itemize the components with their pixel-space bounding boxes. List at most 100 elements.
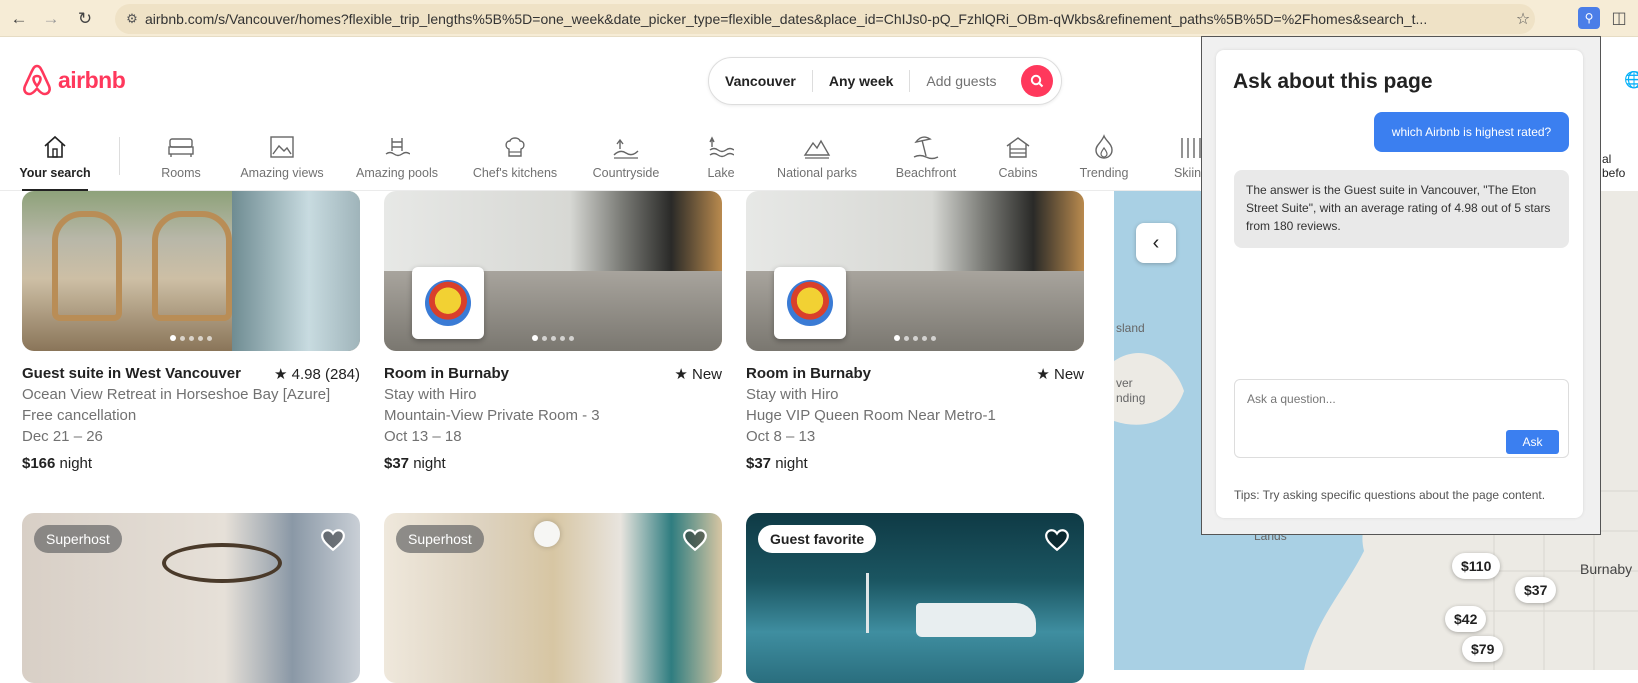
price-amount: $37 — [384, 455, 410, 472]
ask-button[interactable]: Ask — [1506, 430, 1559, 454]
category-label: Amazing views — [240, 166, 324, 180]
price-pin[interactable]: $110 — [1452, 553, 1501, 579]
search-location[interactable]: Vancouver — [709, 70, 813, 92]
chair-shape — [52, 211, 122, 321]
host-avatar[interactable] — [774, 267, 846, 339]
category-amazing-views[interactable]: Amazing views — [239, 121, 325, 191]
price-amount: $37 — [746, 455, 772, 472]
listing-description: Ocean View Retreat in Horseshoe Bay [Azu… — [22, 386, 331, 403]
reload-icon[interactable]: ↻ — [72, 6, 98, 32]
map-label: sland — [1116, 321, 1145, 335]
category-trending[interactable]: Trending — [1078, 121, 1130, 191]
superhost-badge: Superhost — [34, 525, 122, 553]
category-rooms[interactable]: Rooms — [160, 121, 202, 191]
search-dates[interactable]: Any week — [813, 70, 911, 92]
category-beachfront[interactable]: Beachfront — [893, 121, 959, 191]
listing-price: $37 night — [746, 455, 808, 472]
search-button[interactable] — [1021, 65, 1053, 97]
listing-rating: ★ New — [1036, 366, 1084, 383]
address-bar[interactable]: ⚙ airbnb.com/s/Vancouver/homes?flexible_… — [115, 4, 1535, 34]
category-label: Chef's kitchens — [472, 166, 558, 180]
listing-cancellation: Free cancellation — [22, 407, 137, 424]
listing-title[interactable]: Room in Burnaby — [746, 365, 871, 382]
countryside-icon — [613, 138, 639, 159]
bed-icon — [168, 138, 194, 157]
listing-photo[interactable]: Superhost — [22, 513, 360, 683]
map-label: Burnaby — [1580, 561, 1633, 577]
extensions-puzzle-icon[interactable]: ◫ — [1608, 7, 1630, 29]
heart-icon[interactable] — [682, 527, 708, 553]
chevron-left-icon: ‹ — [1152, 231, 1160, 254]
listing-photo[interactable]: Superhost — [384, 513, 722, 683]
category-chefs-kitchens[interactable]: Chef's kitchens — [471, 121, 559, 191]
photo-pager-dots[interactable] — [532, 335, 574, 341]
category-countryside[interactable]: Countryside — [590, 121, 662, 191]
listing-description: Mountain-View Private Room - 3 — [384, 407, 600, 424]
price-unit: night — [55, 455, 93, 472]
category-label: Trending — [1079, 166, 1129, 180]
extension-active-icon[interactable]: ⚲ — [1578, 7, 1600, 29]
photo-pager-dots[interactable] — [894, 335, 936, 341]
category-label: Lake — [707, 166, 735, 180]
site-settings-icon[interactable]: ⚙ — [119, 11, 145, 27]
category-label: Rooms — [161, 166, 201, 180]
category-label: Countryside — [592, 166, 660, 180]
category-bar: Your search Rooms Amazing views Amazing … — [0, 121, 1208, 191]
search-guests[interactable]: Add guests — [910, 70, 1012, 92]
price-pin[interactable]: $42 — [1445, 606, 1487, 632]
listing-dates: Oct 8 – 13 — [746, 428, 816, 445]
lake-icon — [709, 136, 734, 158]
price-amount: $166 — [22, 455, 56, 472]
search-bar[interactable]: Vancouver Any week Add guests — [708, 57, 1062, 105]
host-avatar-image — [787, 280, 833, 326]
category-divider — [119, 137, 120, 175]
price-pin[interactable]: $37 — [1515, 577, 1557, 603]
question-box: Ask — [1234, 379, 1569, 458]
beach-icon — [913, 136, 939, 160]
listing-photo[interactable] — [746, 191, 1084, 351]
filter-overflow-text[interactable]: al befo — [1602, 152, 1638, 180]
assistant-message: The answer is the Guest suite in Vancouv… — [1234, 170, 1569, 248]
map-label: ver — [1116, 376, 1133, 390]
host-avatar[interactable] — [412, 267, 484, 339]
listing-photo[interactable] — [384, 191, 722, 351]
category-cabins[interactable]: Cabins — [998, 121, 1038, 191]
window-reflection — [232, 191, 360, 351]
listing-host: Stay with Hiro — [384, 386, 477, 403]
listing-photo[interactable] — [22, 191, 360, 351]
category-label: Amazing pools — [356, 166, 438, 180]
category-your-search[interactable]: Your search — [19, 121, 91, 191]
panel-title: Ask about this page — [1233, 70, 1433, 93]
listing-dates: Dec 21 – 26 — [22, 428, 103, 445]
airbnb-logo[interactable]: airbnb — [22, 64, 126, 96]
category-lake[interactable]: Lake — [705, 121, 737, 191]
picture-frame-icon — [270, 136, 294, 158]
tips-text: Tips: Try asking specific questions abou… — [1234, 488, 1546, 502]
logo-text: airbnb — [58, 66, 126, 93]
photo-pager-dots[interactable] — [170, 335, 212, 341]
heart-icon[interactable] — [1044, 527, 1070, 553]
pool-icon — [385, 138, 410, 157]
cabin-icon — [1006, 137, 1030, 158]
category-national-parks[interactable]: National parks — [776, 121, 858, 191]
price-unit: night — [409, 455, 446, 472]
listing-photo[interactable]: Guest favorite — [746, 513, 1084, 683]
forward-icon[interactable]: → — [38, 6, 64, 32]
search-icon — [1030, 74, 1044, 88]
globe-icon[interactable]: 🌐 — [1624, 70, 1638, 90]
listing-rating: ★ 4.98 (284) — [274, 366, 360, 383]
map-collapse-button[interactable]: ‹ — [1136, 223, 1176, 263]
house-icon — [44, 135, 66, 158]
back-icon[interactable]: ← — [6, 6, 32, 32]
bookmark-star-icon[interactable]: ☆ — [1511, 9, 1535, 29]
heart-icon[interactable] — [320, 527, 346, 553]
airbnb-logo-icon — [23, 64, 51, 96]
price-pin[interactable]: $79 — [1462, 636, 1504, 662]
listing-title[interactable]: Room in Burnaby — [384, 365, 509, 382]
url-text[interactable]: airbnb.com/s/Vancouver/homes?flexible_tr… — [145, 11, 1505, 27]
category-label: Cabins — [998, 166, 1038, 180]
category-amazing-pools[interactable]: Amazing pools — [355, 121, 439, 191]
question-input[interactable] — [1247, 392, 1547, 406]
host-avatar-image — [425, 280, 471, 326]
boat-shape — [916, 603, 1036, 637]
